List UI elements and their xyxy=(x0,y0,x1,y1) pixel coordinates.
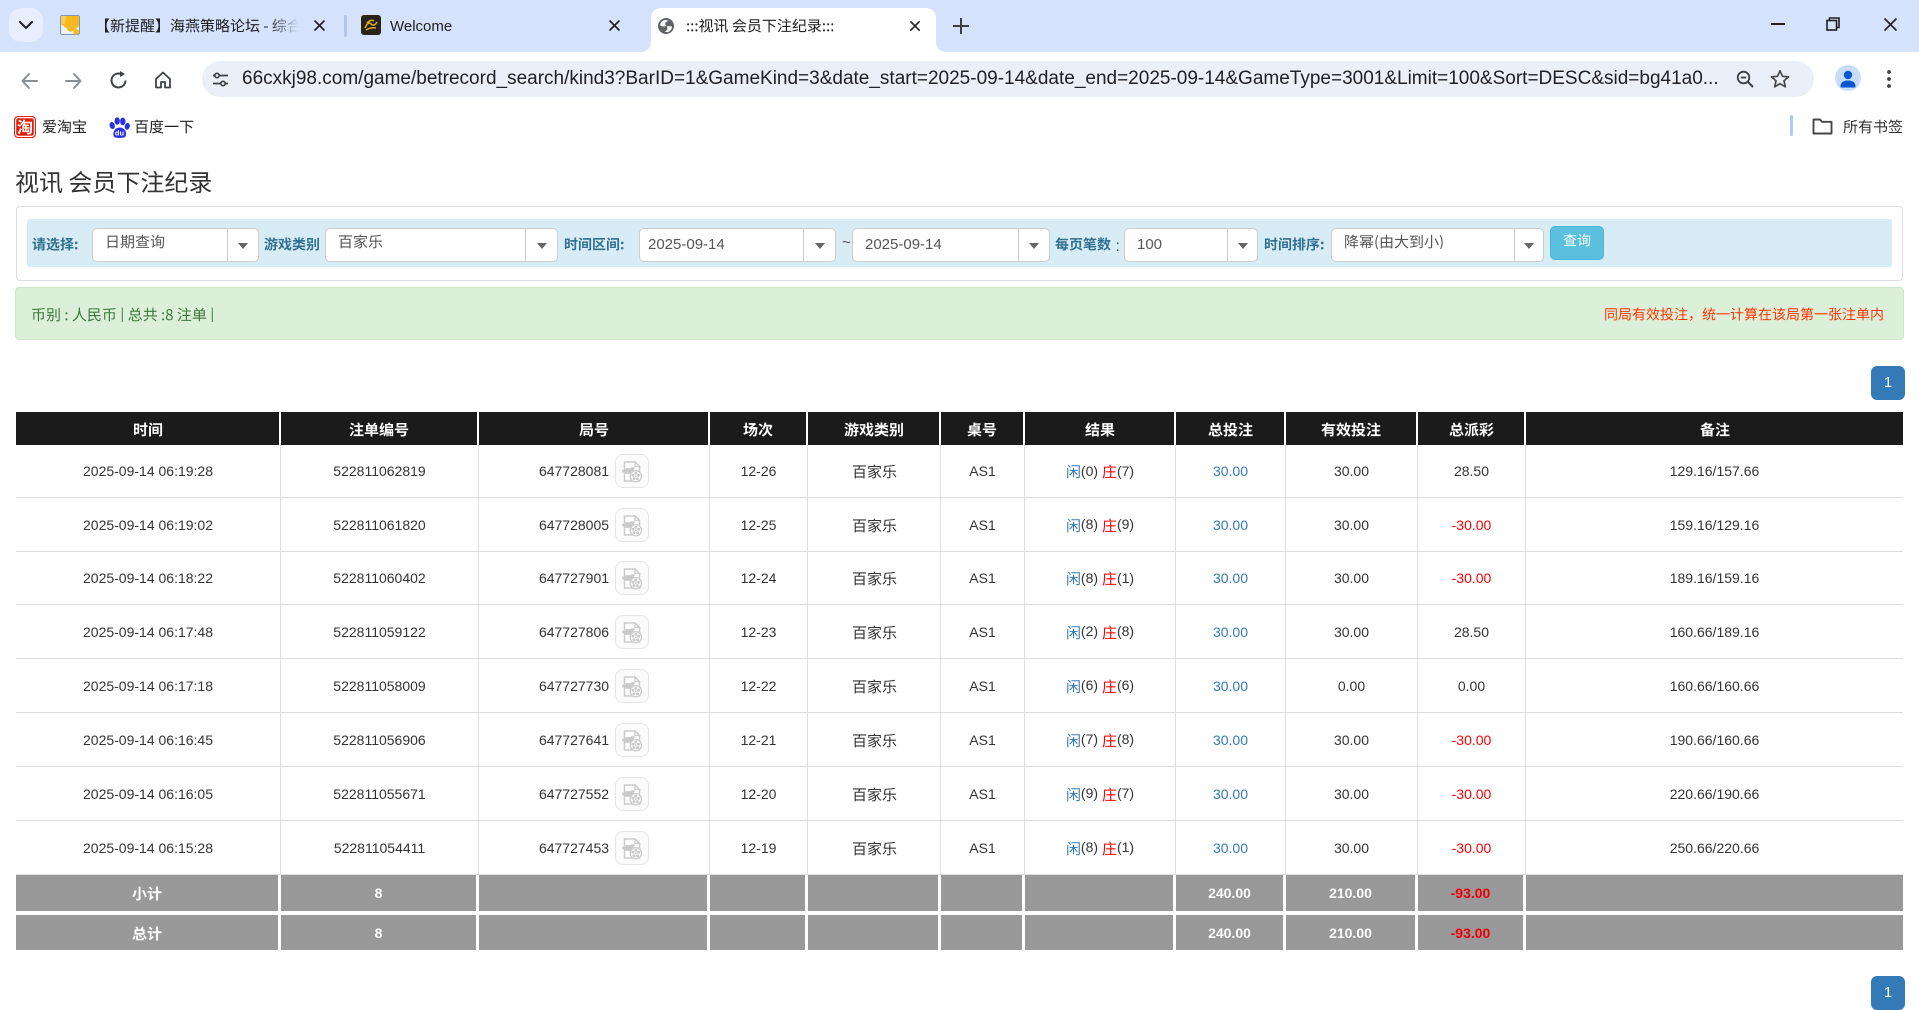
svg-text:du: du xyxy=(115,129,125,138)
